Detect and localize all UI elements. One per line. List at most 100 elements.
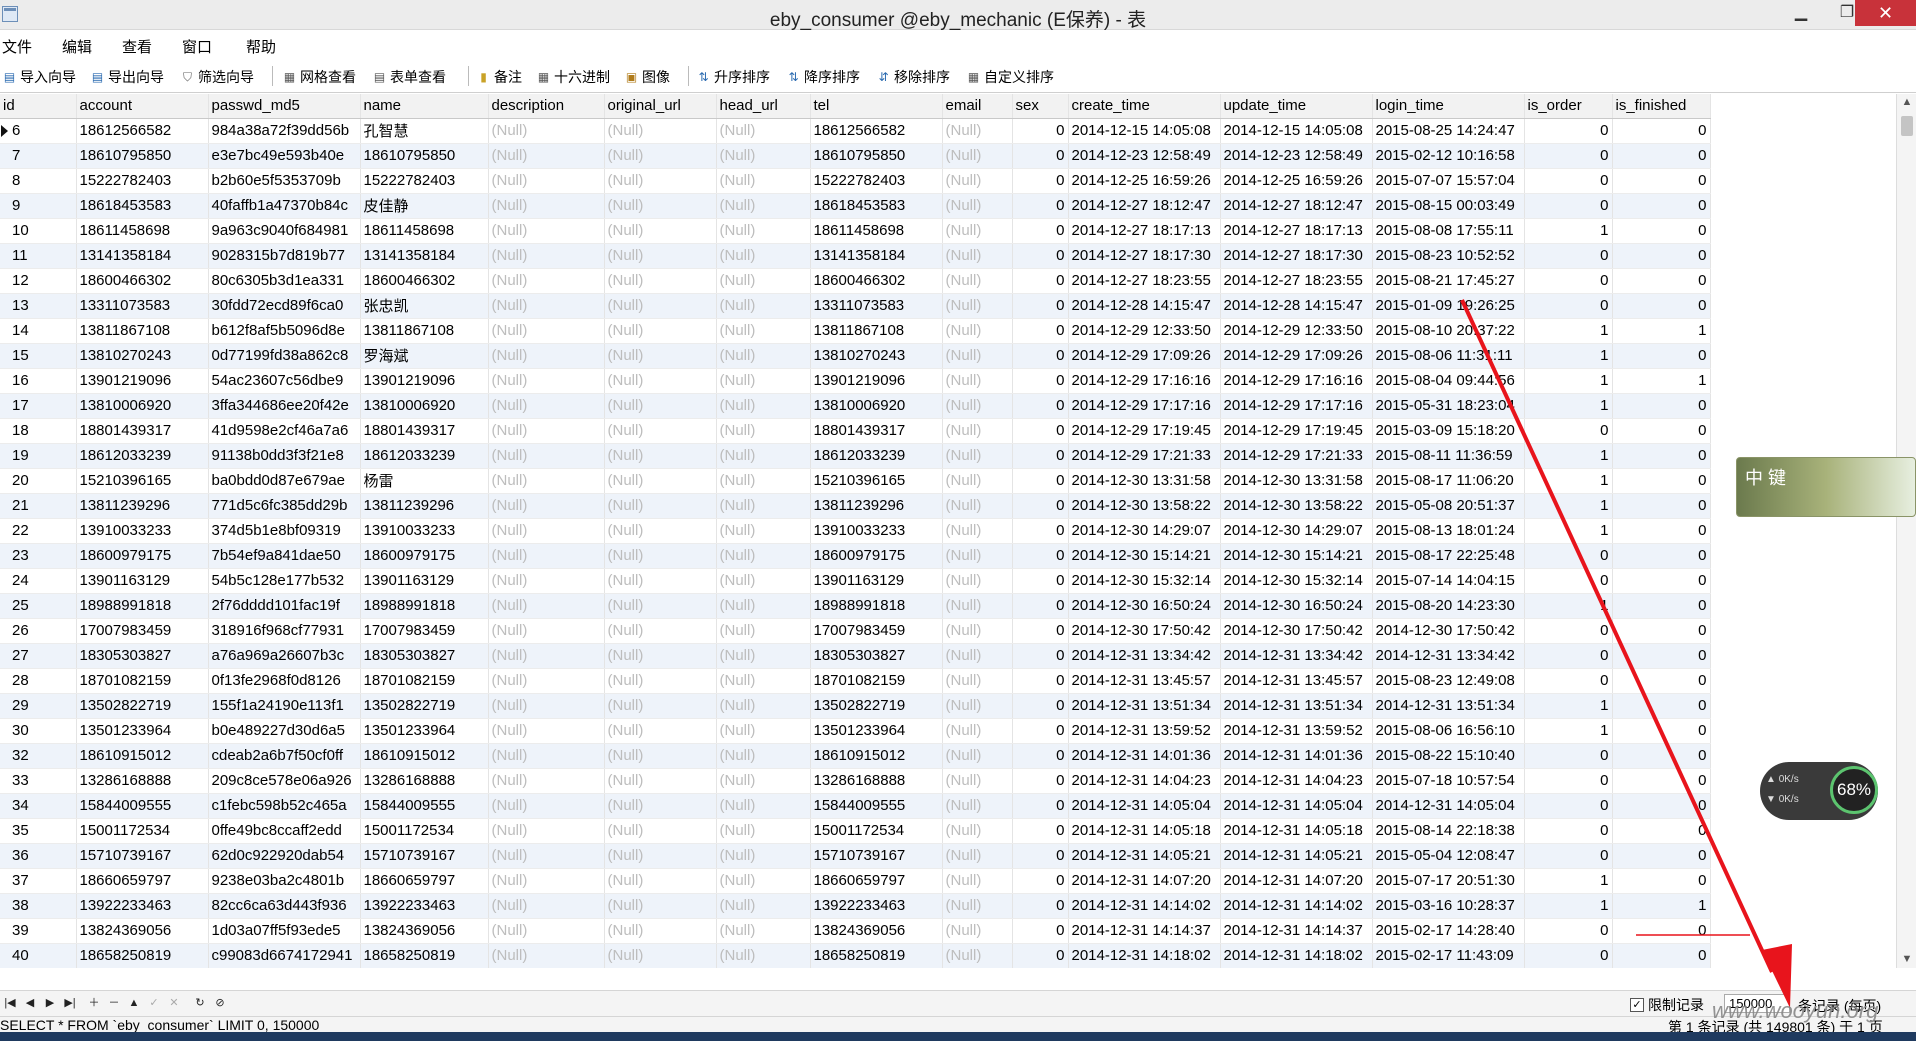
cell-email[interactable]: (Null) xyxy=(942,293,1013,319)
cell-id[interactable]: 27 xyxy=(0,643,77,669)
cell-description[interactable]: (Null) xyxy=(488,943,605,968)
cell-account[interactable]: 18610795850 xyxy=(76,143,209,169)
cell-sex[interactable]: 0 xyxy=(1012,343,1069,369)
cell-login-time[interactable]: 2015-02-17 11:43:09 xyxy=(1372,943,1525,968)
table-row[interactable]: 25 18988991818 2f76dddd101fac19f 1898899181… xyxy=(0,593,1711,619)
cell-description[interactable]: (Null) xyxy=(488,718,605,744)
column-header-original-url[interactable]: original_url xyxy=(604,94,717,119)
table-row[interactable]: 18 18801439317 41d9598e2cf46a7a6 1880143931… xyxy=(0,418,1711,444)
cell-is-finished[interactable]: 0 xyxy=(1612,493,1711,519)
table-row[interactable]: 17 13810006920 3ffa344686ee20f42e 138100069… xyxy=(0,393,1711,419)
cell-create-time[interactable]: 2014-12-29 17:09:26 xyxy=(1068,343,1221,369)
cell-original-url[interactable]: (Null) xyxy=(604,893,717,919)
cell-tel[interactable]: 13311073583 xyxy=(810,293,943,319)
cell-passwd-md5[interactable]: 7b54ef9a841dae50 xyxy=(208,543,361,569)
cell-email[interactable]: (Null) xyxy=(942,343,1013,369)
cell-is-finished[interactable]: 0 xyxy=(1612,143,1711,169)
cell-id[interactable]: 16 xyxy=(0,368,77,394)
cell-sex[interactable]: 0 xyxy=(1012,918,1069,944)
cell-is-finished[interactable]: 0 xyxy=(1612,518,1711,544)
cell-login-time[interactable]: 2015-07-17 20:51:30 xyxy=(1372,868,1525,894)
cell-name[interactable]: 13810006920 xyxy=(360,393,489,419)
table-row[interactable]: 15 13810270243 0d77199fd38a862c8 罗海斌 (Null)(… xyxy=(0,343,1711,369)
cell-is-order[interactable]: 0 xyxy=(1524,818,1613,844)
cell-head-url[interactable]: (Null) xyxy=(716,468,811,494)
table-row[interactable]: 34 15844009555 c1febc598b52c465a 1584400955… xyxy=(0,793,1711,819)
cell-id[interactable]: 25 xyxy=(0,593,77,619)
cell-create-time[interactable]: 2014-12-29 12:33:50 xyxy=(1068,318,1221,344)
cell-is-finished[interactable]: 0 xyxy=(1612,193,1711,219)
edit-record-icon[interactable]: ▲ xyxy=(126,995,142,1011)
table-row[interactable]: 26 17007983459 318916f968cf77931 1700798345… xyxy=(0,618,1711,644)
cell-head-url[interactable]: (Null) xyxy=(716,618,811,644)
cell-description[interactable]: (Null) xyxy=(488,818,605,844)
cell-passwd-md5[interactable]: e3e7bc49e593b40e xyxy=(208,143,361,169)
table-row[interactable]: 27 18305303827 a76a969a26607b3c 18305303827… xyxy=(0,643,1711,669)
cell-name[interactable]: 13811867108 xyxy=(360,318,489,344)
cell-sex[interactable]: 0 xyxy=(1012,593,1069,619)
cell-id[interactable]: 23 xyxy=(0,543,77,569)
cell-update-time[interactable]: 2014-12-23 12:58:49 xyxy=(1220,143,1373,169)
vertical-scrollbar[interactable]: ▲ ▼ xyxy=(1896,94,1916,968)
cell-name[interactable]: 17007983459 xyxy=(360,618,489,644)
cell-name[interactable]: 18305303827 xyxy=(360,643,489,669)
cell-name[interactable]: 孔智慧 xyxy=(360,118,489,144)
cell-is-order[interactable]: 1 xyxy=(1524,893,1613,919)
cell-original-url[interactable]: (Null) xyxy=(604,768,717,794)
cell-login-time[interactable]: 2015-02-12 10:16:58 xyxy=(1372,143,1525,169)
cell-account[interactable]: 13811867108 xyxy=(76,318,209,344)
sort-ascending-button[interactable]: ⇅ 升序排序 xyxy=(696,67,770,87)
cell-update-time[interactable]: 2014-12-31 14:01:36 xyxy=(1220,743,1373,769)
cell-original-url[interactable]: (Null) xyxy=(604,343,717,369)
cell-passwd-md5[interactable]: b0e489227d30d6a5 xyxy=(208,718,361,744)
cell-head-url[interactable]: (Null) xyxy=(716,118,811,144)
cell-tel[interactable]: 13810006920 xyxy=(810,393,943,419)
cell-update-time[interactable]: 2014-12-29 12:33:50 xyxy=(1220,318,1373,344)
cell-passwd-md5[interactable]: 984a38a72f39dd56b xyxy=(208,118,361,144)
cell-original-url[interactable]: (Null) xyxy=(604,593,717,619)
column-header-is-order[interactable]: is_order xyxy=(1524,94,1613,119)
cell-update-time[interactable]: 2014-12-31 14:05:18 xyxy=(1220,818,1373,844)
cell-login-time[interactable]: 2015-08-11 11:36:59 xyxy=(1372,443,1525,469)
cell-id[interactable]: 20 xyxy=(0,468,77,494)
cell-create-time[interactable]: 2014-12-30 13:31:58 xyxy=(1068,468,1221,494)
cell-is-finished[interactable]: 0 xyxy=(1612,793,1711,819)
cell-name[interactable]: 18801439317 xyxy=(360,418,489,444)
cell-original-url[interactable]: (Null) xyxy=(604,568,717,594)
table-row[interactable]: 21 13811239296 771d5c6fc385dd29b 1381123929… xyxy=(0,493,1711,519)
cell-create-time[interactable]: 2014-12-30 15:14:21 xyxy=(1068,543,1221,569)
table-row[interactable]: 9 18618453583 40faffb1a47370b84c 皮佳静 (Null)(… xyxy=(0,193,1711,219)
table-row[interactable]: 13 13311073583 30fdd72ecd89f6ca0 张忠凯 (Null)(… xyxy=(0,293,1711,319)
cell-original-url[interactable]: (Null) xyxy=(604,493,717,519)
table-row[interactable]: 14 13811867108 b612f8af5b5096d8e 1381186710… xyxy=(0,318,1711,344)
cell-passwd-md5[interactable]: 54ac23607c56dbe9 xyxy=(208,368,361,394)
cell-tel[interactable]: 18305303827 xyxy=(810,643,943,669)
cell-passwd-md5[interactable]: 209c8ce578e06a926 xyxy=(208,768,361,794)
cell-original-url[interactable]: (Null) xyxy=(604,468,717,494)
cell-is-finished[interactable]: 0 xyxy=(1612,843,1711,869)
cell-login-time[interactable]: 2014-12-31 13:51:34 xyxy=(1372,693,1525,719)
cell-id[interactable]: 39 xyxy=(0,918,77,944)
cell-update-time[interactable]: 2014-12-30 13:58:22 xyxy=(1220,493,1373,519)
cell-email[interactable]: (Null) xyxy=(942,718,1013,744)
cell-login-time[interactable]: 2015-08-08 17:55:11 xyxy=(1372,218,1525,244)
cell-original-url[interactable]: (Null) xyxy=(604,793,717,819)
export-wizard-button[interactable]: ▤ 导出向导 xyxy=(90,67,164,87)
remove-sort-button[interactable]: ⇵ 移除排序 xyxy=(876,67,950,87)
cell-update-time[interactable]: 2014-12-30 16:50:24 xyxy=(1220,593,1373,619)
cell-description[interactable]: (Null) xyxy=(488,693,605,719)
cell-tel[interactable]: 18600466302 xyxy=(810,268,943,294)
cell-is-order[interactable]: 0 xyxy=(1524,668,1613,694)
cell-is-finished[interactable]: 1 xyxy=(1612,893,1711,919)
cell-is-order[interactable]: 1 xyxy=(1524,393,1613,419)
cell-description[interactable]: (Null) xyxy=(488,643,605,669)
cell-update-time[interactable]: 2014-12-27 18:23:55 xyxy=(1220,268,1373,294)
cell-description[interactable]: (Null) xyxy=(488,518,605,544)
cell-is-finished[interactable]: 0 xyxy=(1612,668,1711,694)
cell-is-order[interactable]: 0 xyxy=(1524,918,1613,944)
cell-sex[interactable]: 0 xyxy=(1012,818,1069,844)
cell-head-url[interactable]: (Null) xyxy=(716,443,811,469)
cell-passwd-md5[interactable]: 9028315b7d819b77 xyxy=(208,243,361,269)
cell-email[interactable]: (Null) xyxy=(942,468,1013,494)
cell-update-time[interactable]: 2014-12-27 18:17:13 xyxy=(1220,218,1373,244)
